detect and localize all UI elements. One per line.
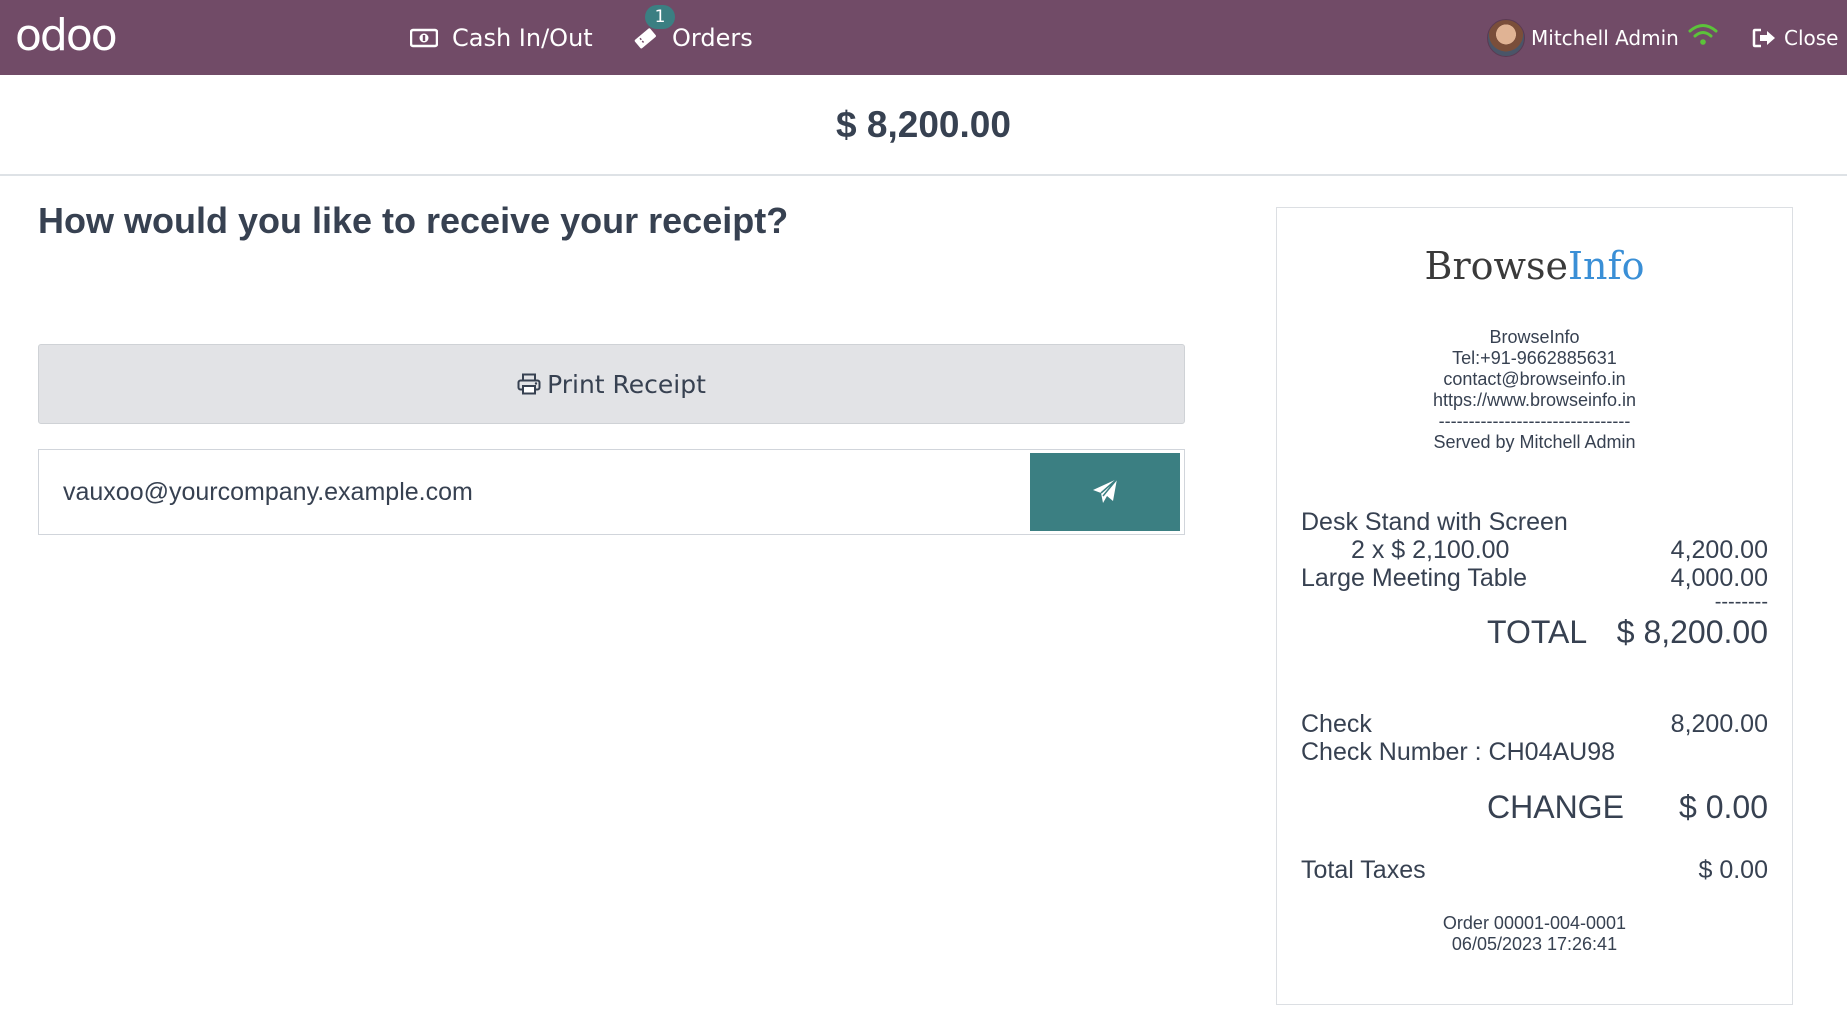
send-email-button[interactable] — [1030, 453, 1180, 531]
receipt-contact: BrowseInfo Tel:+91-9662885631 contact@br… — [1277, 327, 1792, 453]
amount-header: $ 8,200.00 — [0, 75, 1847, 176]
paper-plane-icon — [1091, 477, 1119, 508]
ticket-icon: 1 — [632, 4, 675, 51]
receipt-preview: BrowseInfo BrowseInfo Tel:+91-9662885631… — [1276, 207, 1793, 1005]
check-number: Check Number : CH04AU98 — [1301, 738, 1616, 766]
user-menu[interactable]: Mitchell Admin — [1487, 0, 1679, 75]
email-input[interactable] — [39, 450, 1029, 534]
receipt-footer: Order 00001-004-0001 06/05/2023 17:26:41 — [1277, 913, 1792, 955]
close-label: Close — [1784, 25, 1839, 50]
amount-due: $ 8,200.00 — [836, 103, 1011, 145]
close-button[interactable]: Close — [1752, 0, 1838, 75]
wifi-icon[interactable] — [1688, 22, 1718, 50]
receipt-tel: Tel:+91-9662885631 — [1452, 348, 1617, 368]
user-name: Mitchell Admin — [1531, 25, 1679, 50]
email-receipt-row — [38, 449, 1185, 535]
odoo-logo: odoo — [15, 10, 118, 61]
change-amount: $ 0.00 — [1679, 789, 1768, 825]
cash-in-out-label: Cash In/Out — [452, 23, 593, 52]
print-receipt-button[interactable]: Print Receipt — [38, 344, 1185, 424]
taxes-label: Total Taxes — [1301, 856, 1426, 884]
receipt-logo-part1: Browse — [1424, 244, 1569, 288]
payment-amount: 8,200.00 — [1670, 710, 1768, 738]
orders-label: Orders — [672, 23, 753, 52]
order-reference: Order 00001-004-0001 — [1442, 913, 1627, 933]
cash-in-out-button[interactable]: Cash In/Out — [410, 0, 593, 75]
receipt-question: How would you like to receive your recei… — [38, 200, 789, 241]
receipt-served-by: Served by Mitchell Admin — [1433, 432, 1636, 452]
money-icon — [410, 28, 438, 48]
orders-count-badge: 1 — [645, 4, 675, 29]
print-icon — [517, 373, 541, 395]
taxes-amount: $ 0.00 — [1698, 856, 1768, 884]
avatar — [1487, 18, 1525, 57]
receipt-divider: -------------------------------- — [1438, 411, 1631, 431]
total-label: TOTAL — [1487, 614, 1588, 650]
receipt-website: https://www.browseinfo.in — [1432, 390, 1637, 410]
total-amount: $ 8,200.00 — [1616, 614, 1768, 650]
payment-method: Check — [1301, 710, 1372, 738]
sign-out-icon — [1752, 28, 1776, 48]
top-navbar: odoo Cash In/Out 1 Orders Mitchell Admin — [0, 0, 1847, 75]
receipt-company: BrowseInfo — [1489, 327, 1580, 347]
print-receipt-label: Print Receipt — [547, 369, 706, 399]
line-detail-1: 2 x $ 2,100.00 — [1351, 536, 1510, 564]
receipt-logo: BrowseInfo — [1277, 244, 1792, 288]
receipt-logo-part2: Info — [1568, 244, 1645, 288]
line-product-1: Desk Stand with Screen — [1301, 508, 1568, 536]
total-divider: -------- — [1714, 591, 1768, 613]
line-product-2: Large Meeting Table — [1301, 564, 1528, 592]
order-datetime: 06/05/2023 17:26:41 — [1451, 934, 1618, 954]
line-amount-1: 4,200.00 — [1670, 536, 1768, 564]
orders-button[interactable]: 1 Orders — [632, 0, 753, 75]
change-label: CHANGE — [1487, 789, 1624, 825]
receipt-email: contact@browseinfo.in — [1443, 369, 1626, 389]
line-amount-2: 4,000.00 — [1670, 564, 1768, 592]
